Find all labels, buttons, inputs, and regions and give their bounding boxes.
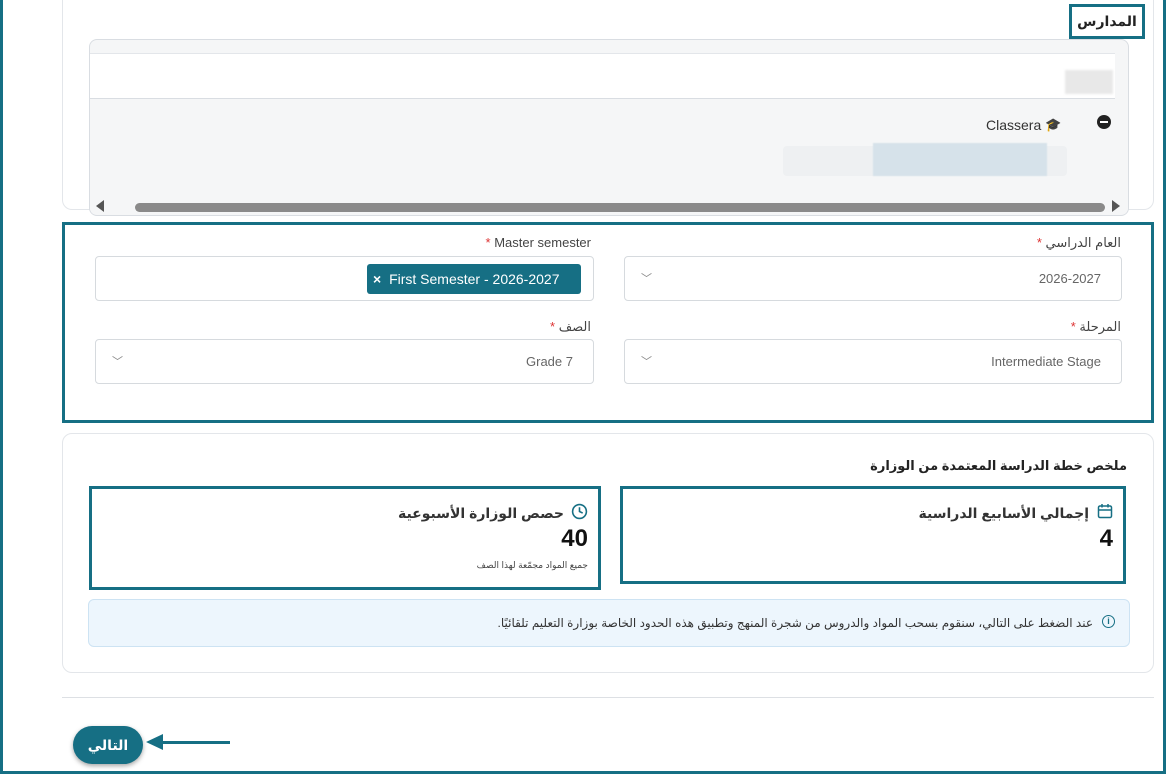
tree-search-input[interactable] [90, 53, 1115, 99]
calendar-icon [1097, 503, 1113, 524]
horizontal-scrollbar[interactable] [90, 198, 1128, 214]
tree-node-classera[interactable]: Classera [986, 117, 1041, 133]
academic-year-value: 2026-2027 [1038, 271, 1101, 286]
chevron-down-icon: ﹀ [641, 273, 652, 285]
master-semester-label: Master semester * [485, 235, 592, 250]
blurred-content [873, 143, 1047, 176]
filters-form: العام الدراسي * 2026-2027 ﹀ Master semes… [62, 222, 1154, 423]
scroll-left-icon[interactable] [96, 200, 104, 212]
master-semester-select[interactable]: × First Semester - 2026-2027 [95, 256, 594, 301]
minus-circle-icon[interactable] [1097, 115, 1111, 129]
stage-select[interactable]: Intermediate Stage ﹀ [624, 339, 1122, 384]
stage-label: المرحلة * [1070, 319, 1121, 334]
semester-chip: × First Semester - 2026-2027 [367, 264, 581, 294]
total-weeks-value: 4 [1099, 525, 1113, 552]
pointer-arrow-icon [146, 734, 163, 750]
weekly-periods-note: جميع المواد مجمّعة لهذا الصف [476, 560, 588, 570]
academic-year-label: العام الدراسي * [1036, 235, 1121, 250]
blurred-content [1065, 70, 1113, 94]
chevron-down-icon: ﹀ [112, 356, 123, 368]
schools-section-title: المدارس [1069, 4, 1145, 39]
study-plan-summary: ملخص خطة الدراسة المعتمدة من الوزارة إجم… [62, 433, 1154, 673]
summary-title: ملخص خطة الدراسة المعتمدة من الوزارة [870, 458, 1127, 473]
schools-tree: 🎓 Classera [89, 39, 1129, 216]
grade-select[interactable]: Grade 7 ﹀ [95, 339, 594, 384]
scroll-thumb[interactable] [135, 203, 1105, 212]
pointer-arrow-line [162, 741, 230, 744]
grade-value: Grade 7 [526, 354, 573, 369]
info-text: عند الضغط على التالي، سنقوم بسحب المواد … [497, 616, 1094, 630]
weekly-periods-value: 40 [561, 525, 588, 552]
info-icon: i [1102, 615, 1115, 628]
grade-label: الصف * [550, 319, 591, 334]
clock-icon [571, 503, 588, 525]
total-weeks-card: إجمالي الأسابيع الدراسية 4 [620, 486, 1126, 584]
academic-year-select[interactable]: 2026-2027 ﹀ [624, 256, 1122, 301]
stage-value: Intermediate Stage [991, 354, 1101, 369]
weekly-periods-label: حصص الوزارة الأسبوعية [397, 505, 564, 521]
divider [62, 697, 1154, 698]
chevron-down-icon: ﹀ [641, 356, 652, 368]
graduation-cap-icon: 🎓 [1045, 117, 1062, 132]
info-banner: i عند الضغط على التالي، سنقوم بسحب الموا… [88, 599, 1130, 647]
chip-remove-icon[interactable]: × [373, 271, 381, 287]
total-weeks-label: إجمالي الأسابيع الدراسية [918, 505, 1090, 521]
next-button[interactable]: التالي [73, 726, 143, 764]
weekly-periods-card: حصص الوزارة الأسبوعية 40 جميع المواد مجم… [89, 486, 601, 590]
semester-chip-label: First Semester - 2026-2027 [389, 271, 560, 287]
scroll-right-icon[interactable] [1112, 200, 1120, 212]
